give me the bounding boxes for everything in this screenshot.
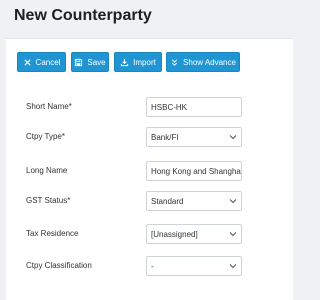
tax-residence-select[interactable]: [Unassigned] [146, 224, 242, 244]
ctpy-type-row: Ctpy Type* Bank/FI [26, 127, 246, 147]
chevron-down-icon [229, 199, 237, 204]
short-name-input[interactable]: HSBC-HK [146, 97, 242, 117]
double-chevron-down-icon [171, 58, 178, 66]
long-name-row: Long Name Hong Kong and Shanghai [26, 161, 246, 181]
long-name-input[interactable]: Hong Kong and Shanghai [146, 161, 242, 181]
import-button[interactable]: Import [114, 52, 162, 72]
save-button-label: Save [87, 57, 106, 67]
save-icon [75, 58, 83, 66]
save-button[interactable]: Save [71, 52, 109, 72]
ctpy-classification-select[interactable]: - [146, 256, 242, 276]
import-button-label: Import [133, 57, 156, 67]
show-advance-button[interactable]: Show Advance [166, 52, 240, 72]
chevron-down-icon [229, 135, 237, 140]
short-name-row: Short Name* HSBC-HK [26, 97, 246, 117]
ctpy-type-value: Bank/FI [151, 133, 179, 142]
chevron-down-icon [229, 232, 237, 237]
long-name-label: Long Name [26, 166, 68, 175]
tax-residence-label: Tax Residence [26, 229, 79, 238]
cancel-button[interactable]: Cancel [17, 52, 66, 72]
short-name-label: Short Name* [26, 102, 72, 111]
tax-residence-row: Tax Residence [Unassigned] [26, 224, 246, 244]
tax-residence-value: [Unassigned] [151, 230, 198, 239]
show-advance-button-label: Show Advance [183, 57, 236, 67]
gst-status-value: Standard [151, 197, 184, 206]
ctpy-type-label: Ctpy Type* [26, 132, 65, 141]
ctpy-classification-row: Ctpy Classification - [26, 256, 246, 276]
gst-status-label: GST Status* [26, 196, 71, 205]
download-icon [121, 58, 129, 66]
chevron-down-icon [229, 264, 237, 269]
ctpy-classification-value: - [151, 262, 154, 271]
gst-status-row: GST Status* Standard [26, 191, 246, 211]
close-icon [23, 58, 31, 66]
ctpy-type-select[interactable]: Bank/FI [146, 127, 242, 147]
cancel-button-label: Cancel [35, 57, 61, 67]
gst-status-select[interactable]: Standard [146, 191, 242, 211]
form-card: Cancel Save Import Show Advance Short Na [6, 38, 293, 300]
ctpy-classification-label: Ctpy Classification [26, 261, 92, 270]
page-title: New Counterparty [14, 7, 152, 24]
